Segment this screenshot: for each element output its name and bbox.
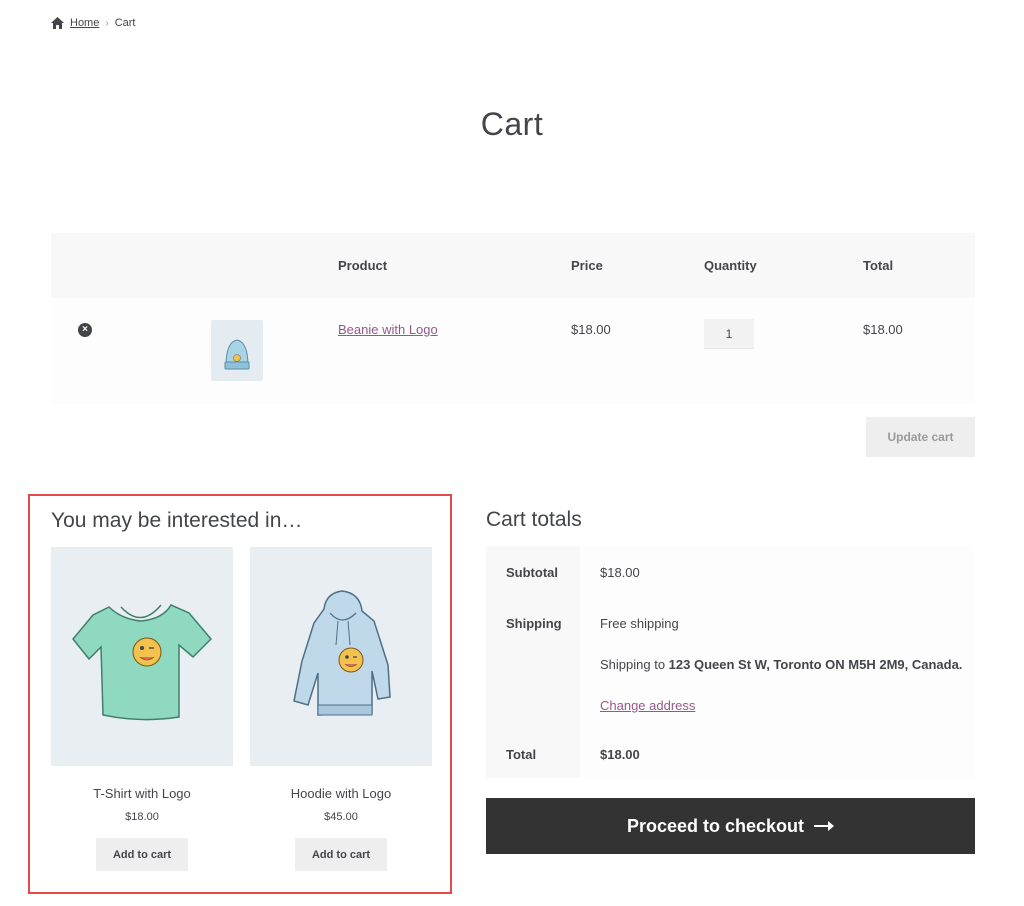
subtotal-value: $18.00 (600, 565, 640, 580)
product-price: $45.00 (324, 811, 358, 823)
cart-totals-title: Cart totals (486, 508, 582, 531)
total-value: $18.00 (600, 747, 640, 762)
cart-totals-section: Cart totals Subtotal $18.00 Shipping Fre… (486, 508, 975, 778)
total-row: Total $18.00 (486, 738, 975, 778)
add-to-cart-button[interactable]: Add to cart (295, 838, 387, 871)
cart-table: Product Price Quantity Total × Beanie wi… (51, 233, 975, 404)
header-total: Total (863, 258, 894, 273)
subtotal-row: Subtotal $18.00 (486, 546, 975, 596)
product-card: Hoodie with Logo $45.00 Add to cart (250, 547, 432, 871)
update-cart-button[interactable]: Update cart (866, 417, 975, 457)
change-address-link[interactable]: Change address (600, 698, 695, 713)
quantity-input[interactable] (704, 319, 754, 349)
product-total: $18.00 (863, 322, 903, 337)
hoodie-image (293, 590, 391, 716)
product-name[interactable]: Hoodie with Logo (250, 786, 432, 801)
breadcrumb: Home › Cart (51, 17, 135, 29)
arrow-right-icon (814, 821, 835, 831)
product-price: $18.00 (571, 322, 611, 337)
shipping-destination: Shipping to 123 Queen St W, Toronto ON M… (600, 657, 963, 672)
cross-sells-section: You may be interested in… T-Shirt with L… (28, 494, 452, 894)
product-name[interactable]: T-Shirt with Logo (51, 786, 233, 801)
product-image[interactable] (51, 547, 233, 766)
header-price: Price (571, 258, 603, 273)
shipping-address: 123 Queen St W, Toronto ON M5H 2M9, Cana… (668, 657, 963, 672)
add-to-cart-button[interactable]: Add to cart (96, 838, 188, 871)
checkout-label: Proceed to checkout (626, 815, 805, 836)
shipping-label: Shipping (506, 616, 562, 631)
product-image[interactable] (250, 547, 432, 766)
cross-sells-title: You may be interested in… (51, 509, 303, 532)
tshirt-image (72, 604, 213, 721)
header-product: Product (338, 258, 388, 273)
breadcrumb-home-link[interactable]: Home (70, 17, 99, 29)
product-card: T-Shirt with Logo $18.00 Add to cart (51, 547, 233, 871)
breadcrumb-current: Cart (114, 17, 136, 29)
shipping-method: Free shipping (600, 616, 679, 631)
cart-totals-table: Subtotal $18.00 Shipping Free shipping S… (486, 546, 975, 778)
product-price: $18.00 (125, 811, 159, 823)
page-title: Cart (480, 106, 544, 142)
breadcrumb-separator: › (105, 17, 109, 29)
table-row: × Beanie with Logo $18.00 $18.00 (51, 298, 975, 404)
home-icon (51, 17, 64, 29)
total-label: Total (506, 747, 537, 762)
product-link[interactable]: Beanie with Logo (338, 322, 438, 337)
shipping-row: Shipping Free shipping Shipping to 123 Q… (486, 596, 975, 738)
product-thumbnail[interactable] (211, 320, 263, 381)
proceed-to-checkout-button[interactable]: Proceed to checkout (486, 798, 975, 854)
header-quantity: Quantity (704, 258, 757, 273)
remove-item-icon[interactable]: × (78, 323, 92, 337)
subtotal-label: Subtotal (506, 565, 558, 580)
beanie-image (224, 339, 250, 370)
cart-table-header: Product Price Quantity Total (51, 233, 975, 298)
